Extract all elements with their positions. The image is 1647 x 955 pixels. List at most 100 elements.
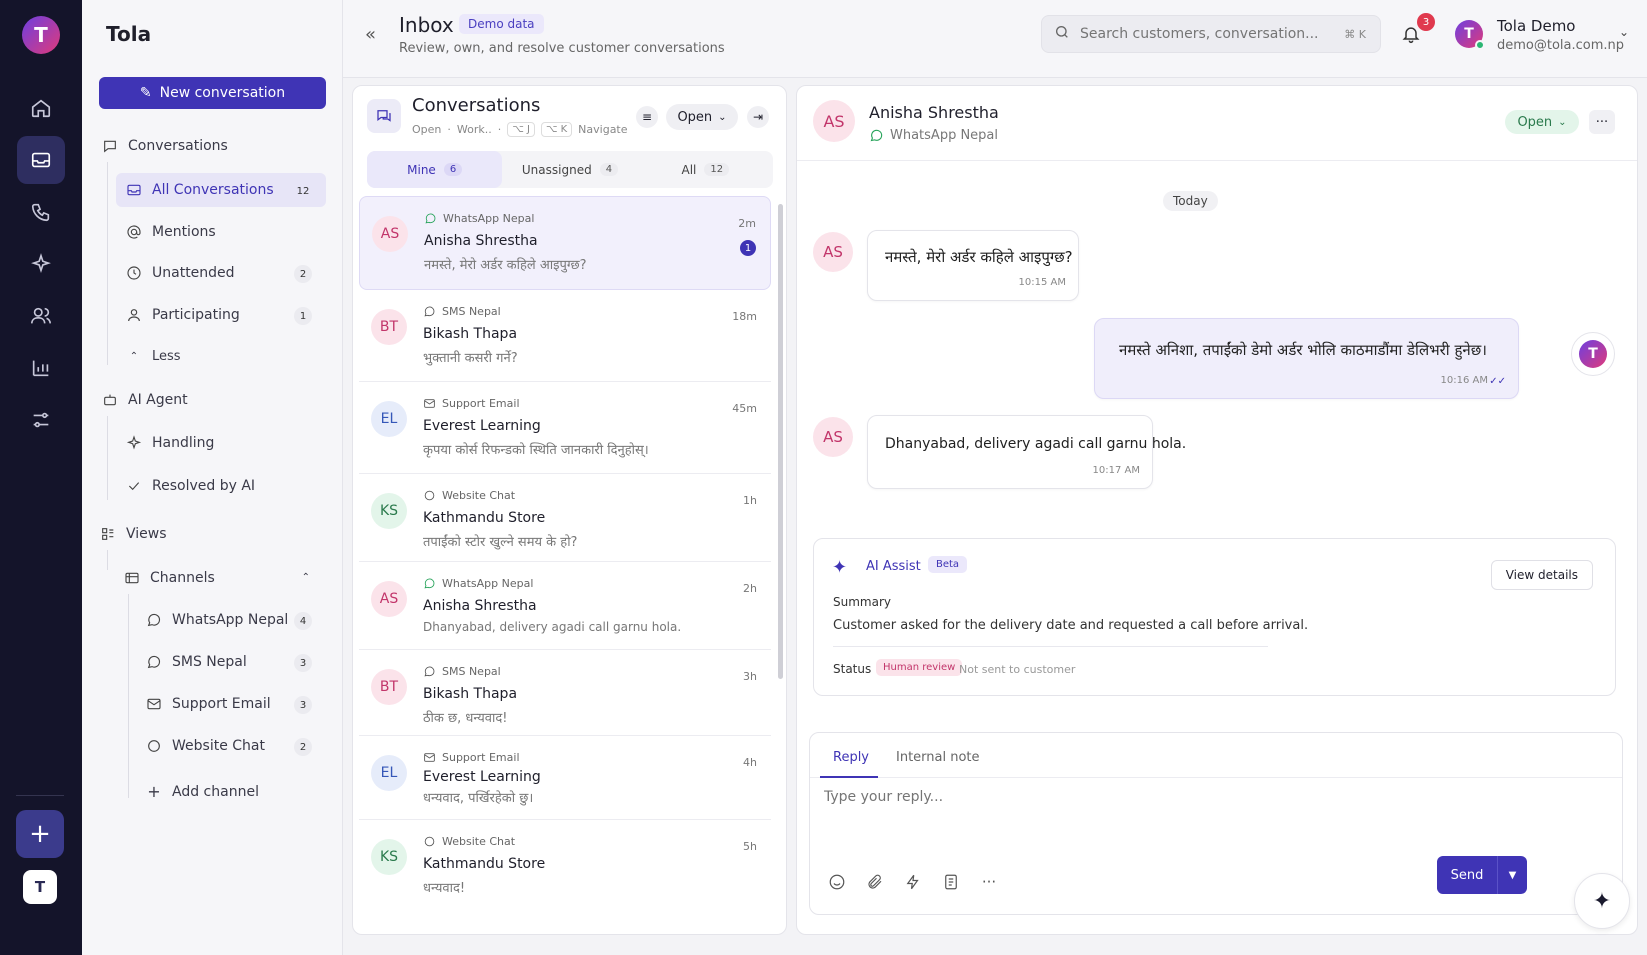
sms-icon [424,666,435,677]
unread-badge: 1 [740,240,756,256]
more-options-button[interactable]: ··· [1589,110,1615,134]
sparkle-icon[interactable] [17,240,65,288]
status-filter-dropdown[interactable]: Open ⌄ [666,104,738,130]
sidebar-item-less[interactable]: ⌃ Less [126,349,181,364]
mail-icon [147,698,161,710]
channel-name: WhatsApp Nepal [443,212,535,225]
summary-text: Customer asked for the delivery date and… [833,618,1309,633]
views-section[interactable]: Views [100,526,167,542]
emoji-icon[interactable] [828,873,846,891]
chat-header: AS Anisha Shrestha WhatsApp Nepal Open ⌄ … [797,86,1637,161]
sidebar-item-label: SMS Nepal [172,654,247,670]
at-icon [127,225,141,239]
sidebar-item-all-conversations[interactable]: All Conversations 12 [126,182,312,198]
plus-button[interactable]: + [16,810,64,858]
whatsapp-icon [424,578,435,589]
template-icon[interactable] [942,873,960,891]
sidebar-item-label: WhatsApp Nepal [172,612,289,628]
contacts-icon[interactable] [17,292,65,340]
reply-input[interactable] [824,789,1604,849]
channel-label: Website Chat [423,835,515,848]
conversation-row[interactable]: AS WhatsApp Nepal Anisha Shrestha Dhanya… [359,562,771,650]
tab-all[interactable]: All 12 [638,151,773,188]
new-conversation-button[interactable]: ✎ New conversation [99,77,326,109]
brand-name: Tola [106,22,152,46]
user-email: demo@tola.com.np [1497,38,1625,53]
channels-section[interactable]: Channels ⌃ [124,570,310,586]
channels-label: Channels [150,570,215,586]
demo-data-badge: Demo data [459,14,544,34]
tab-mine[interactable]: Mine 6 [367,151,503,188]
add-channel-button[interactable]: + Add channel [146,782,259,801]
workspace-avatar[interactable]: T [23,870,57,904]
conversation-row[interactable]: AS WhatsApp Nepal Anisha Shrestha नमस्ते… [359,196,771,290]
filter-icon[interactable]: ≡ [636,106,658,128]
sidebar-item-participating[interactable]: Participating 1 [126,307,312,325]
message-bubble-outgoing: नमस्ते अनिशा, तपाईंको डेमो अर्डर भोलि का… [1094,318,1519,399]
date-separator: Today [1163,191,1218,211]
inbox-icon[interactable] [17,136,65,184]
composer-toolbar: ··· [828,873,998,891]
conversation-row[interactable]: KS Website Chat Kathmandu Store तपाईंको … [359,474,771,562]
message-preview: भुक्तानी कसरी गर्ने? [423,351,518,366]
conversation-row[interactable]: EL Support Email Everest Learning कृपया … [359,382,771,474]
reports-icon[interactable] [17,344,65,392]
send-label: Send [1450,867,1484,883]
shortcut-j: ⌥ J [507,122,535,137]
send-button[interactable]: Send ▼ [1437,856,1527,894]
message-text: नमस्ते, मेरो अर्डर कहिले आइपुग्छ? [885,248,1073,266]
tab-internal-note[interactable]: Internal note [896,750,980,765]
ai-sparkle-fab[interactable]: ✦ [1574,873,1630,929]
sidebar-item-mentions[interactable]: Mentions [126,224,216,240]
sidebar-item-unattended[interactable]: Unattended 2 [126,265,312,283]
count-badge: 1 [294,307,312,325]
sidebar-item-whatsapp-nepal[interactable]: WhatsApp Nepal 4 [146,612,312,630]
timestamp: 2h [743,582,757,595]
user-name[interactable]: Tola Demo [1497,17,1576,35]
tola-logo[interactable]: T [22,16,60,54]
avatar: AS [372,216,408,252]
search-input[interactable] [1080,26,1320,42]
conversations-icon [367,99,401,133]
sub-work: Work.. [456,123,492,136]
more-icon[interactable]: ··· [980,873,998,891]
expand-icon[interactable]: ⇥ [747,106,769,128]
sidebar-item-sms-nepal[interactable]: SMS Nepal 3 [146,654,312,672]
timestamp: 45m [732,402,757,415]
sidebar-item-support-email[interactable]: Support Email 3 [146,696,312,714]
channels-icon [125,572,139,584]
conversation-row[interactable]: EL Support Email Everest Learning धन्यवा… [359,736,771,820]
settings-icon[interactable] [17,396,65,444]
send-options-dropdown[interactable]: ▼ [1497,856,1527,894]
message-bubble-incoming: Dhanyabad, delivery agadi call garnu hol… [867,415,1186,489]
conversation-row[interactable]: BT SMS Nepal Bikash Thapa ठीक छ, धन्यवाद… [359,650,771,736]
avatar: KS [371,493,407,529]
search-box[interactable]: ⌘ K [1041,15,1381,53]
ai-agent-section[interactable]: AI Agent [102,392,188,408]
message-preview: Dhanyabad, delivery agadi call garnu hol… [423,620,682,634]
contact-name: Anisha Shrestha [869,103,999,122]
tab-unassigned[interactable]: Unassigned 4 [502,151,637,188]
lightning-icon[interactable] [904,873,922,891]
attachment-icon[interactable] [866,873,884,891]
avatar: EL [371,755,407,791]
sidebar-item-resolved-by-ai[interactable]: Resolved by AI [126,478,255,494]
count-badge: 12 [296,185,310,197]
sidebar-item-website-chat[interactable]: Website Chat 2 [146,738,312,756]
ai-agent-label: AI Agent [128,392,188,408]
phone-icon[interactable] [17,188,65,236]
home-icon[interactable] [17,84,65,132]
user-avatar[interactable]: T [1455,20,1485,50]
tab-reply[interactable]: Reply [833,750,869,765]
view-details-button[interactable]: View details [1490,560,1593,590]
list-scrollbar[interactable] [778,204,783,679]
conversations-section[interactable]: Conversations [102,138,228,154]
conversation-row[interactable]: BT SMS Nepal Bikash Thapa भुक्तानी कसरी … [359,290,771,382]
conversation-row[interactable]: KS Website Chat Kathmandu Store धन्यवाद!… [359,820,771,910]
collapse-sidebar-icon[interactable]: « [365,24,376,45]
sidebar-item-label: All Conversations [152,182,274,198]
status-dropdown[interactable]: Open ⌄ [1505,110,1579,134]
chevron-down-icon[interactable]: ⌄ [1619,25,1629,39]
sidebar-item-label: Resolved by AI [152,478,256,494]
sidebar-item-handling[interactable]: Handling [126,435,214,451]
